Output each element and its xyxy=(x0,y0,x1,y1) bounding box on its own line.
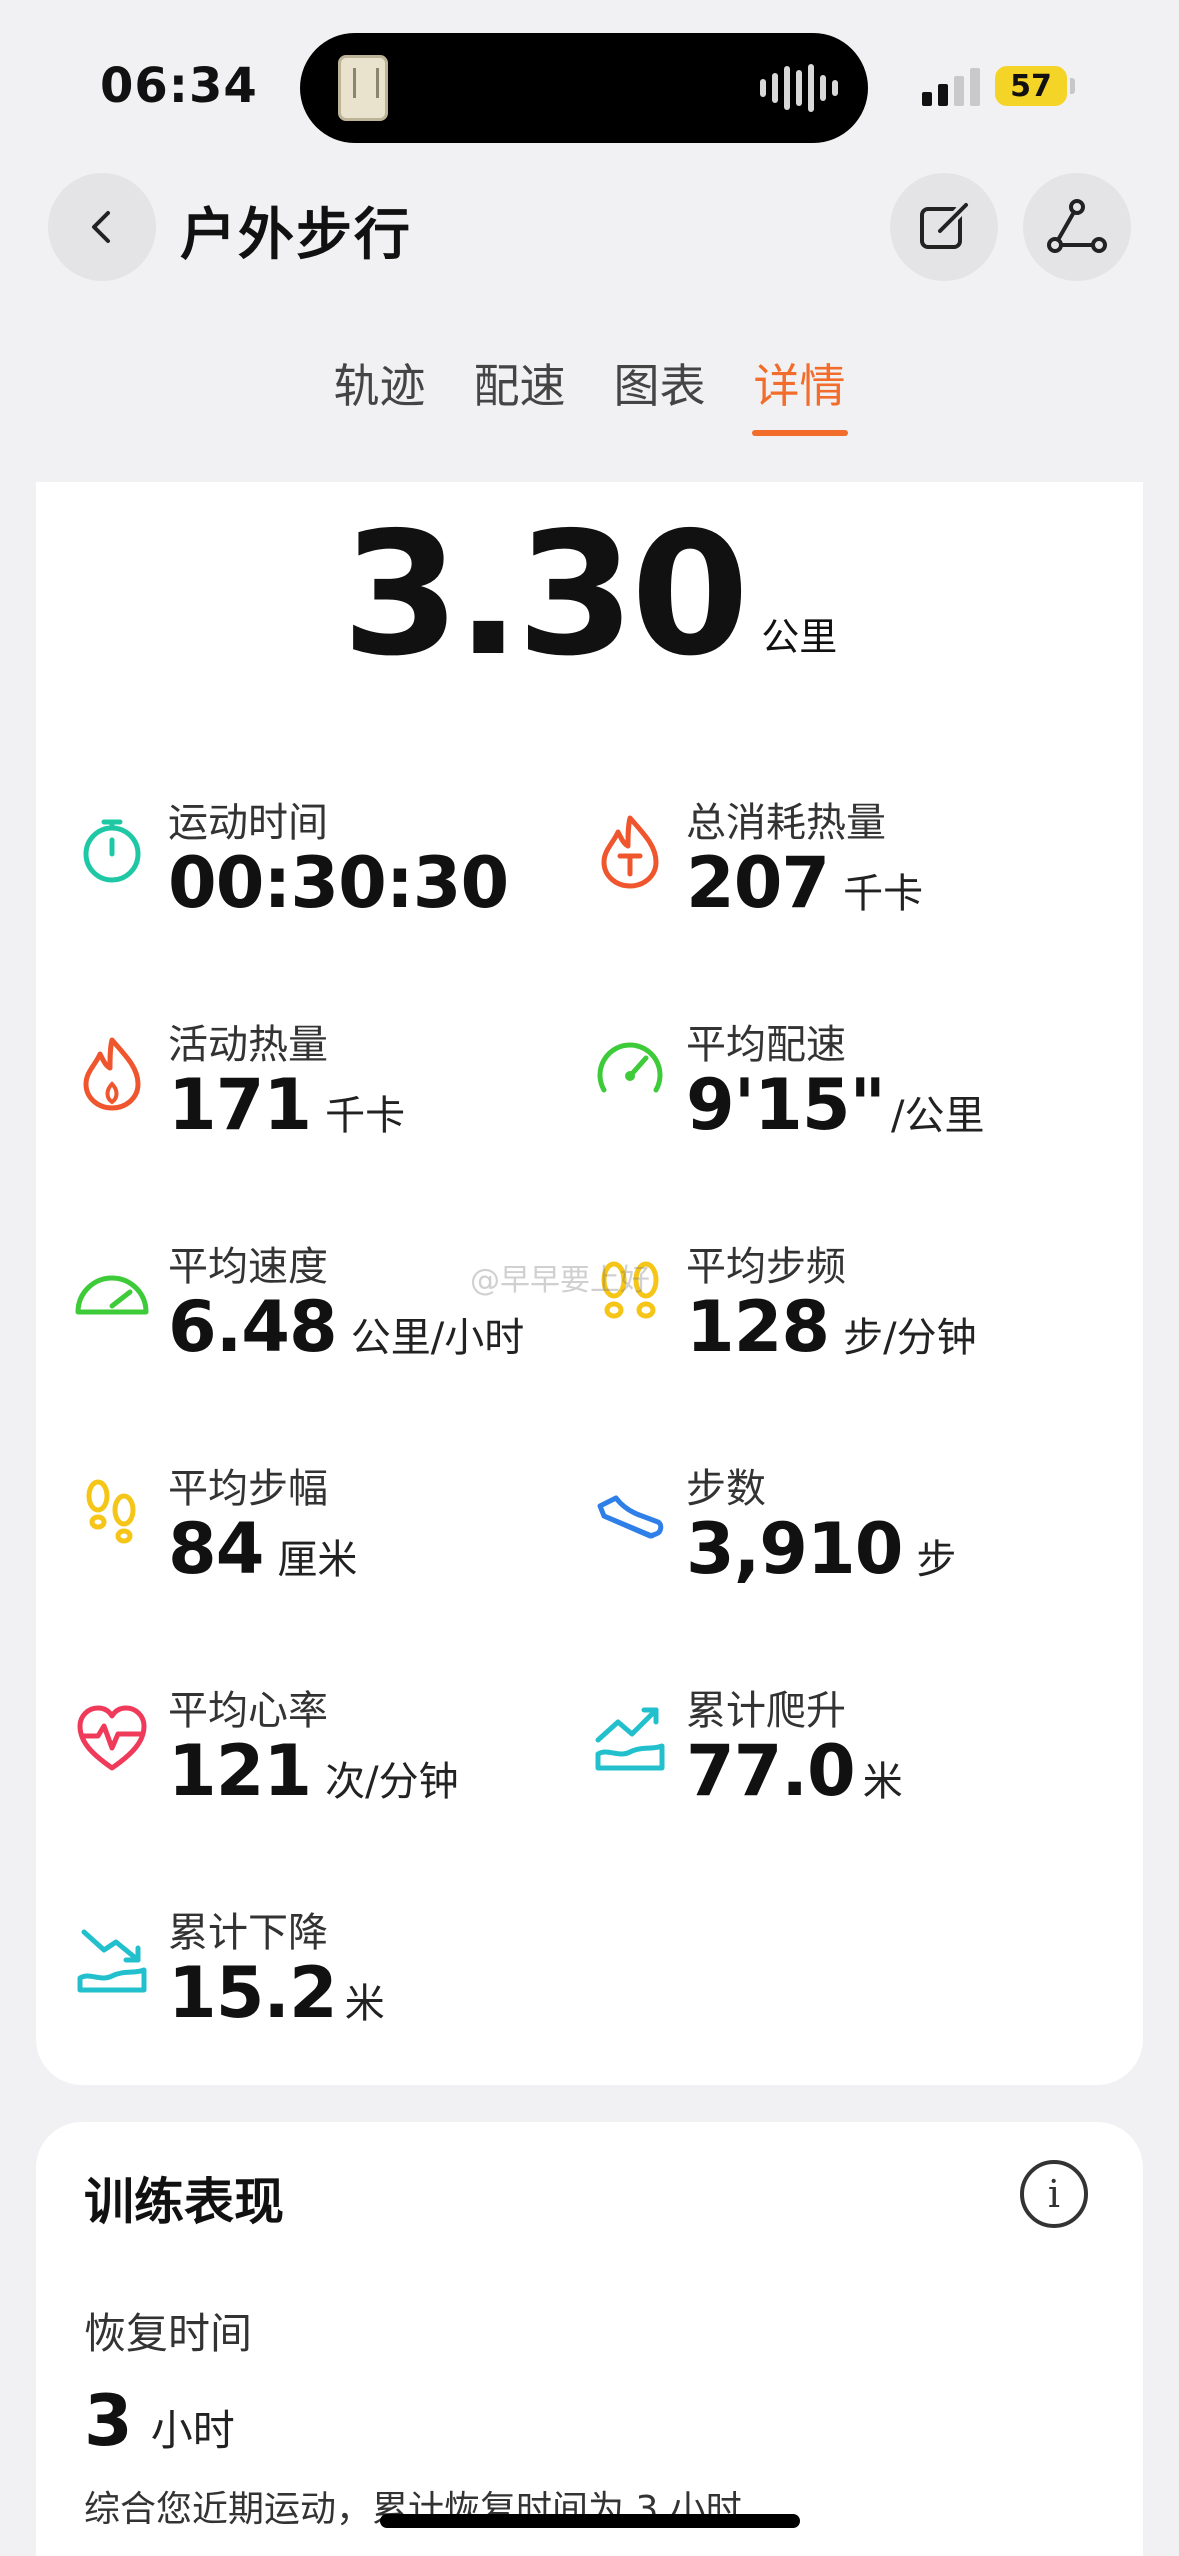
metric-value: 3,910 xyxy=(686,1508,903,1590)
metric-unit: 厘米 xyxy=(277,1537,358,1583)
metric-label: 步数 xyxy=(686,1466,766,1512)
metric-label: 平均配速 xyxy=(686,1022,846,1068)
metric-value: 128 xyxy=(686,1286,830,1368)
metric-value: 171 xyxy=(168,1064,312,1146)
speedometer-icon xyxy=(75,1275,149,1315)
metric-avg-pace: 平均配速 9'15" /公里 xyxy=(590,1012,1090,1172)
descent-icon xyxy=(77,1929,147,1993)
metric-label: 运动时间 xyxy=(168,800,328,846)
status-time: 06:34 xyxy=(100,58,258,114)
metric-total-calories: 总消耗热量 207 千卡 xyxy=(590,790,1090,950)
metric-value: 207 xyxy=(686,842,830,924)
heart-rate-icon xyxy=(77,1705,147,1771)
tab-bar: 轨迹 配速 图表 详情 xyxy=(0,350,1179,436)
recovery-unit: 小时 xyxy=(150,2406,235,2455)
metric-unit: 米 xyxy=(862,1759,903,1805)
footprints-icon xyxy=(86,1479,136,1544)
training-title: 训练表现 xyxy=(84,2173,284,2231)
metric-label: 平均步频 xyxy=(686,1244,846,1290)
battery-indicator: 57 xyxy=(995,66,1067,106)
stopwatch-icon xyxy=(83,819,141,883)
metric-steps: 步数 3,910 步 xyxy=(590,1456,1090,1616)
distance-value: 3.30 xyxy=(341,496,749,694)
metric-unit: 步/分钟 xyxy=(843,1315,977,1361)
edit-icon xyxy=(920,203,968,249)
metric-label: 平均速度 xyxy=(168,1244,328,1290)
training-card: 训练表现 i 恢复时间 3 小时 综合您近期运动，累计恢复时间为 3 小时 xyxy=(36,2122,1143,2556)
metric-total-ascent: 累计爬升 77.0 米 xyxy=(590,1678,1090,1838)
metric-unit: /公里 xyxy=(891,1093,985,1139)
distance-unit: 公里 xyxy=(761,615,838,659)
tab-chart[interactable]: 图表 xyxy=(614,350,706,436)
flame-total-icon xyxy=(601,815,659,889)
metric-avg-cadence: 平均步频 128 步/分钟 xyxy=(590,1234,1090,1394)
flame-icon xyxy=(83,1037,141,1111)
dynamic-island[interactable] xyxy=(300,33,868,143)
metric-unit: 千卡 xyxy=(325,1093,406,1139)
metric-label: 平均步幅 xyxy=(168,1466,328,1512)
metric-duration: 运动时间 00:30:30 xyxy=(72,790,572,950)
watermark: @早早要上好 xyxy=(470,1263,650,1298)
metric-total-descent: 累计下降 15.2 米 xyxy=(72,1900,572,2060)
metric-unit: 公里/小时 xyxy=(350,1315,525,1361)
metric-value: 9'15" xyxy=(686,1064,886,1146)
metric-avg-stride: 平均步幅 84 厘米 xyxy=(72,1456,572,1616)
tab-track[interactable]: 轨迹 xyxy=(334,350,426,436)
distance-summary: 3.30 公里 xyxy=(36,502,1143,689)
audio-wave-icon xyxy=(760,63,838,113)
metric-label: 平均心率 xyxy=(168,1688,328,1734)
metric-unit: 步 xyxy=(916,1537,957,1583)
metric-unit: 次/分钟 xyxy=(325,1759,459,1805)
pace-gauge-icon xyxy=(597,1042,663,1093)
metric-label: 累计下降 xyxy=(168,1910,328,1956)
metric-unit: 千卡 xyxy=(843,871,924,917)
metric-value: 15.2 xyxy=(168,1952,338,2034)
edit-button[interactable] xyxy=(890,173,998,281)
metric-value: 6.48 xyxy=(168,1286,338,1368)
cellular-signal-icon xyxy=(922,68,980,106)
tab-details[interactable]: 详情 xyxy=(751,350,848,436)
route-icon xyxy=(1047,199,1107,253)
recovery-value: 3 xyxy=(84,2380,133,2462)
chevron-left-icon xyxy=(92,211,110,243)
tab-pace[interactable]: 配速 xyxy=(474,350,566,436)
battery-cap xyxy=(1070,78,1075,94)
metric-unit: 米 xyxy=(344,1981,385,2027)
metric-label: 累计爬升 xyxy=(686,1688,846,1734)
metric-avg-heart-rate: 平均心率 121 次/分钟 xyxy=(72,1678,572,1838)
media-thumbnail-icon xyxy=(338,55,388,121)
metric-value: 77.0 xyxy=(686,1730,856,1812)
ascent-icon xyxy=(595,1707,665,1771)
metric-value: 84 xyxy=(168,1508,264,1590)
page-title: 户外步行 xyxy=(180,203,412,268)
info-icon[interactable]: i xyxy=(1020,2160,1088,2228)
metric-value: 121 xyxy=(168,1730,312,1812)
metric-value: 00:30:30 xyxy=(168,842,509,924)
home-indicator[interactable] xyxy=(380,2514,800,2528)
route-button[interactable] xyxy=(1023,173,1131,281)
metric-active-calories: 活动热量 171 千卡 xyxy=(72,1012,572,1172)
metric-label: 总消耗热量 xyxy=(686,800,886,846)
status-bar: 06:34 57 xyxy=(0,0,1179,170)
metric-label: 活动热量 xyxy=(168,1022,328,1068)
shoe-icon xyxy=(597,1495,664,1539)
back-button[interactable] xyxy=(48,173,156,281)
recovery-label: 恢复时间 xyxy=(84,2309,253,2358)
